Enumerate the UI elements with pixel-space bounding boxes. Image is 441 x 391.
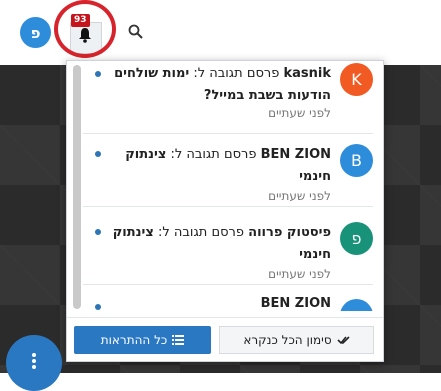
avatar	[340, 299, 373, 311]
notification-item[interactable]: BEN ZION	[83, 293, 373, 311]
notifications-dropdown: K kasnik פרסם תגובה ל: ימות שולחים הודעו…	[66, 60, 384, 362]
notification-item[interactable]: K kasnik פרסם תגובה ל: ימות שולחים הודעו…	[83, 61, 373, 134]
search-icon[interactable]	[128, 24, 143, 39]
notification-action: פרסם תגובה ל:	[193, 66, 280, 81]
mark-all-read-label: סימון הכל כנקרא	[243, 333, 332, 347]
unread-dot[interactable]	[95, 229, 101, 235]
scrollbar[interactable]	[73, 65, 81, 309]
notification-user: BEN ZION	[260, 147, 331, 162]
mark-all-read-button[interactable]: סימון הכל כנקרא	[219, 326, 374, 354]
notification-item[interactable]: פ פיסטוק פרווה פרסם תגובה ל: צינתוק חינמ…	[83, 212, 373, 285]
notification-user: BEN ZION	[260, 296, 331, 311]
notification-user: kasnik	[283, 66, 331, 81]
notification-action: פרסם תגובה ל:	[158, 225, 245, 240]
notification-action: פרסם תגובה ל:	[170, 147, 257, 162]
double-check-icon	[337, 336, 350, 345]
dropdown-footer: כל ההתראות סימון הכל כנקרא	[67, 317, 383, 361]
notification-time: לפני שעתיים	[268, 267, 331, 281]
avatar: K	[340, 63, 373, 96]
more-vertical-icon	[32, 353, 36, 369]
user-avatar[interactable]: פ	[20, 17, 51, 48]
notification-item[interactable]: B BEN ZION פרסם תגובה ל: צינתוק חינמי לפ…	[83, 134, 373, 207]
notification-text: BEN ZION	[101, 293, 331, 311]
notification-user: פיסטוק פרווה	[248, 225, 331, 240]
unread-dot[interactable]	[95, 151, 101, 157]
list-icon	[172, 335, 185, 345]
notification-text: kasnik פרסם תגובה ל: ימות שולחים הודעות …	[101, 63, 331, 107]
avatar: B	[340, 144, 373, 177]
notification-text: BEN ZION פרסם תגובה ל: צינתוק חינמי	[101, 144, 331, 188]
all-notifications-label: כל ההתראות	[100, 333, 168, 347]
notification-text: פיסטוק פרווה פרסם תגובה ל: צינתוק חינמי	[101, 222, 331, 266]
notification-time: לפני שעתיים	[268, 106, 331, 120]
unread-dot[interactable]	[95, 71, 101, 77]
unread-dot[interactable]	[95, 304, 101, 310]
menu-fab-button[interactable]	[6, 335, 62, 391]
notification-time: לפני שעתיים	[268, 189, 331, 203]
notification-list: K kasnik פרסם תגובה ל: ימות שולחים הודעו…	[83, 61, 383, 311]
highlight-circle	[54, 0, 116, 58]
avatar: פ	[340, 222, 373, 255]
all-notifications-button[interactable]: כל ההתראות	[74, 326, 211, 354]
